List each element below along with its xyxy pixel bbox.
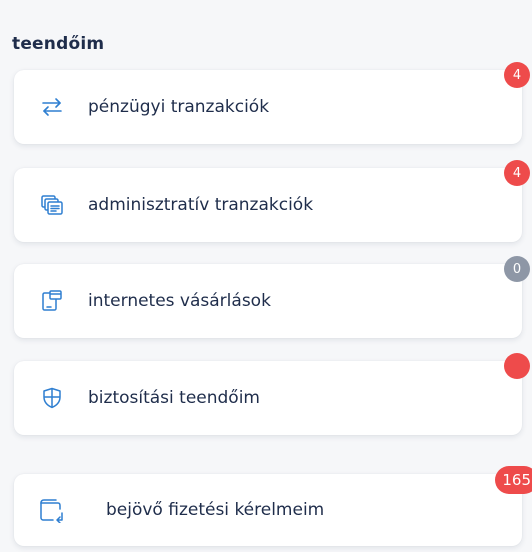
- todo-item-administrative-transactions[interactable]: adminisztratív tranzakciók 4: [14, 160, 530, 242]
- todo-item-label: adminisztratív tranzakciók: [88, 195, 314, 215]
- todo-item-financial-transactions[interactable]: pénzügyi tranzakciók 4: [14, 62, 530, 144]
- notification-badge: 4: [504, 160, 530, 186]
- todo-item-internet-purchases[interactable]: internetes vásárlások 0: [14, 256, 530, 338]
- documents-stack-icon: [40, 193, 64, 217]
- wallet-incoming-icon: [38, 496, 66, 524]
- notification-badge: 165: [495, 466, 532, 494]
- shield-icon: [40, 386, 64, 410]
- notification-badge: [504, 353, 530, 379]
- device-card-icon: [40, 289, 64, 313]
- todo-item-label: pénzügyi tranzakciók: [88, 97, 270, 117]
- section-title: teendőim: [12, 34, 105, 54]
- todo-item-label: bejövő fizetési kérelmeim: [106, 500, 325, 520]
- todo-item-label: internetes vásárlások: [88, 291, 271, 311]
- todo-item-incoming-payment-requests[interactable]: bejövő fizetési kérelmeim 165: [14, 466, 532, 546]
- notification-badge: 0: [504, 256, 530, 282]
- todo-item-label: biztosítási teendőim: [88, 388, 260, 408]
- notification-badge: 4: [504, 62, 530, 88]
- transfer-arrows-icon: [40, 95, 64, 119]
- todo-item-insurance-tasks[interactable]: biztosítási teendőim: [14, 353, 530, 435]
